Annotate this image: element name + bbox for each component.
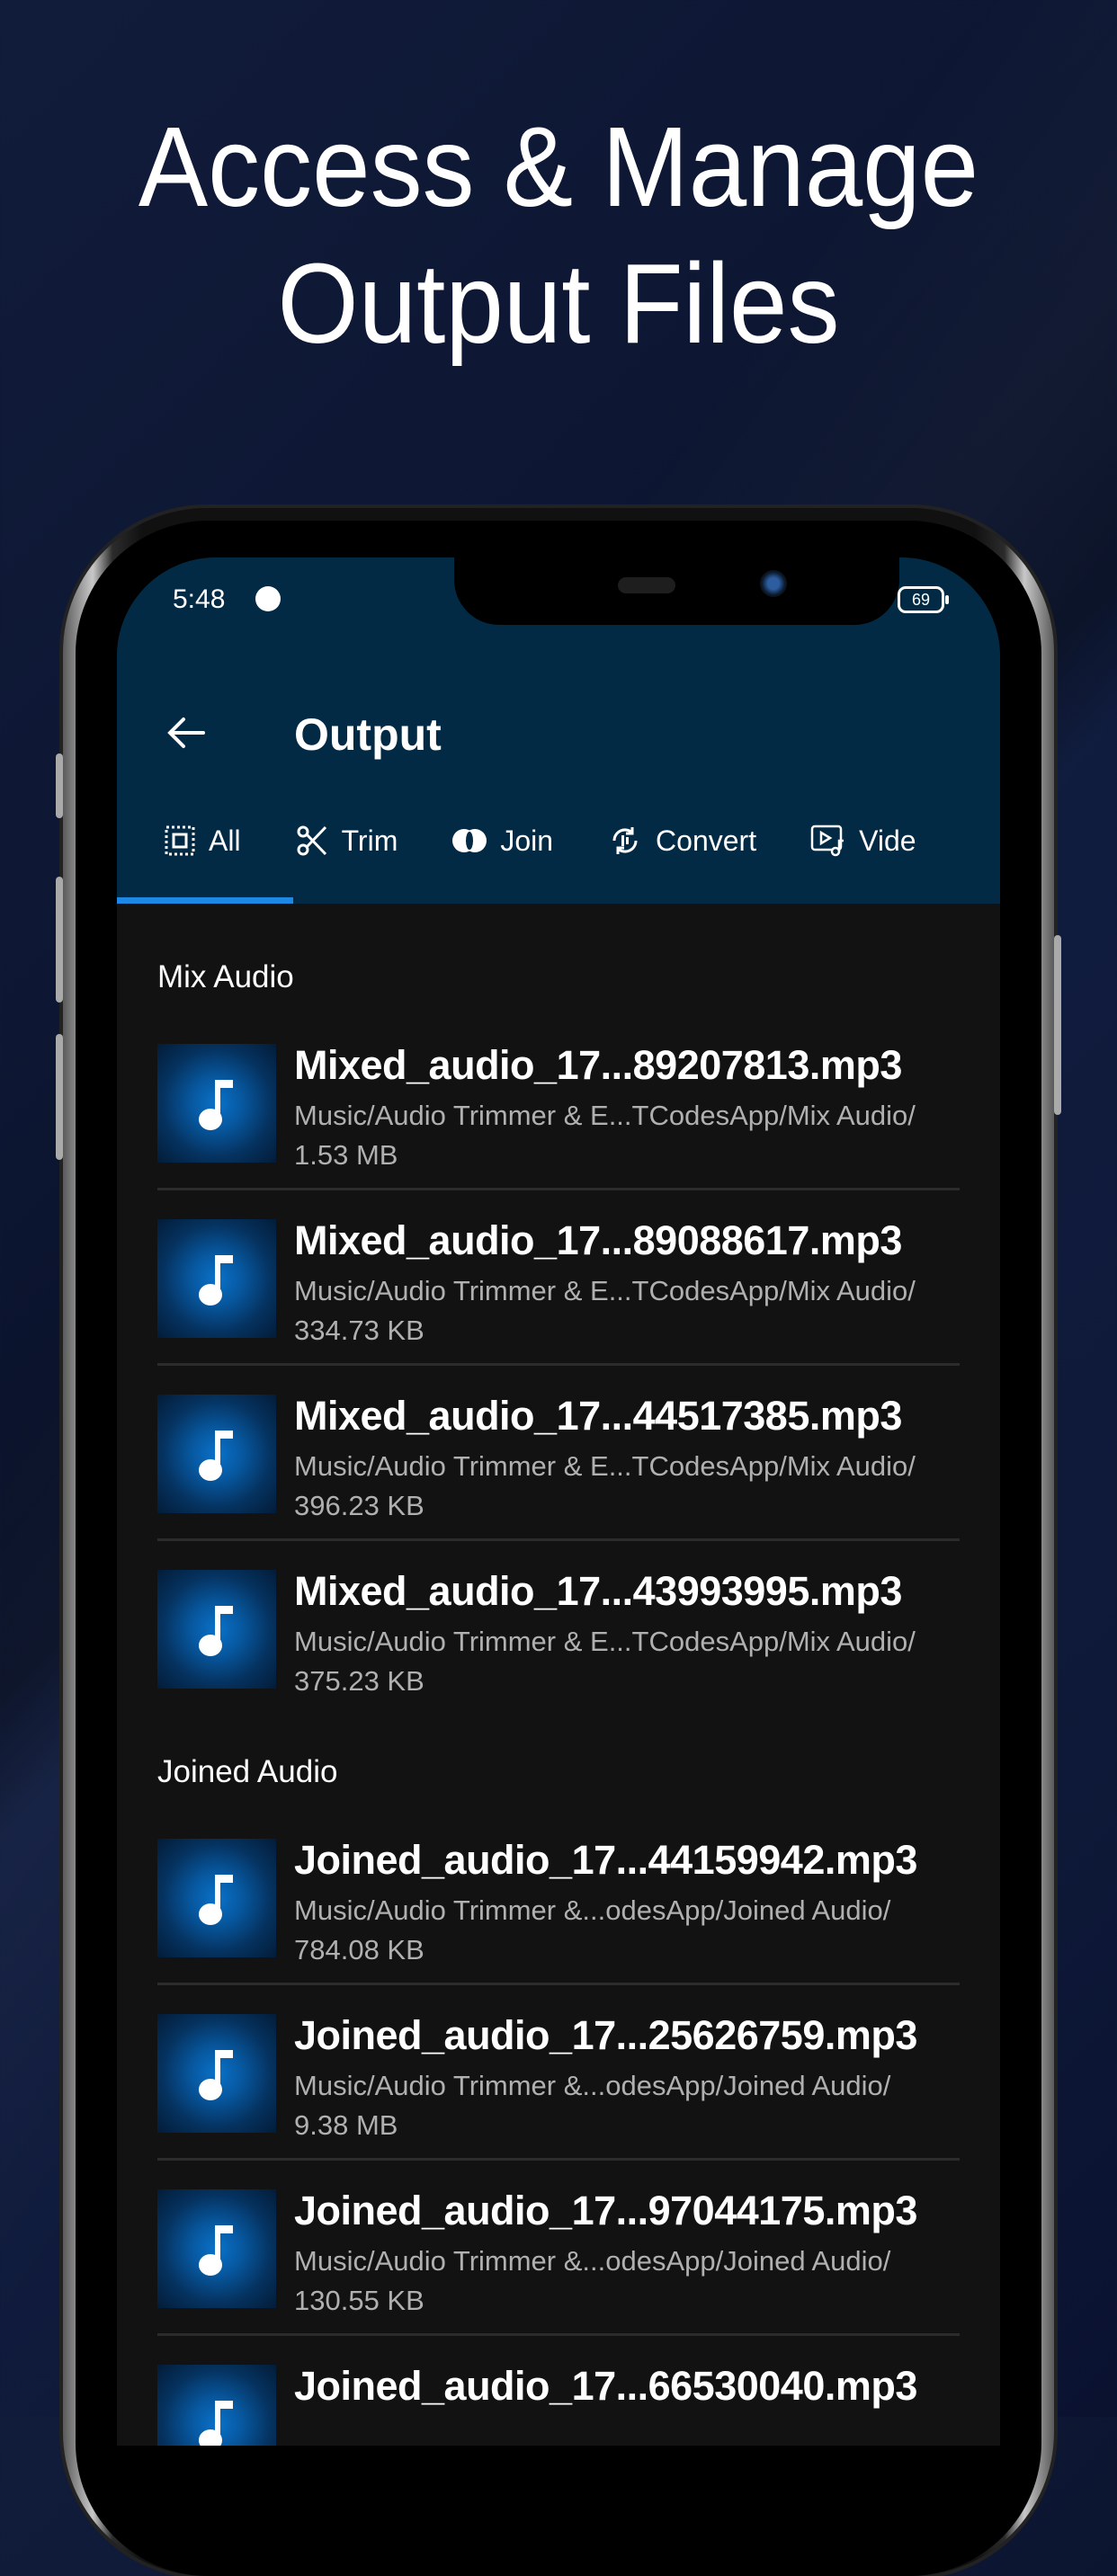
file-thumbnail (157, 1219, 276, 1338)
file-name: Mixed_audio_17...89207813.mp3 (294, 1042, 902, 1088)
file-list[interactable]: Mix Audio Mixed_audio_17...89207813.mp3 … (117, 904, 1000, 2446)
phone-power-button (1054, 935, 1061, 1115)
arrow-left-icon (167, 718, 205, 748)
scissors-icon (297, 825, 326, 856)
file-size: 784.08 KB (294, 1934, 424, 1965)
tab-all[interactable]: All (117, 791, 268, 890)
app-bar: 5:48 LTE2 69 Output All (117, 557, 1000, 904)
file-list-item[interactable]: Mixed_audio_17...44517385.mp3 Music/Audi… (157, 1366, 960, 1541)
tab-video-label: Vide (859, 824, 916, 857)
file-list-item[interactable]: Joined_audio_17...66530040.mp3 (157, 2336, 960, 2446)
join-circles-icon (452, 829, 487, 852)
file-thumbnail (157, 2014, 276, 2133)
tab-bar: All Trim Join Convert Vide (117, 791, 1000, 904)
section-header-joined-audio: Joined Audio (157, 1754, 338, 1789)
tab-join-label: Join (500, 824, 554, 857)
file-path: Music/Audio Trimmer & E...TCodesApp/Mix … (294, 1450, 916, 1482)
app-notification-icon (255, 586, 281, 611)
file-path: Music/Audio Trimmer &...odesApp/Joined A… (294, 1894, 891, 1926)
file-list-item[interactable]: Joined_audio_17...97044175.mp3 Music/Aud… (157, 2161, 960, 2336)
tab-video[interactable]: Vide (783, 791, 943, 890)
file-path: Music/Audio Trimmer & E...TCodesApp/Mix … (294, 1100, 916, 1131)
file-list-item[interactable]: Joined_audio_17...25626759.mp3 Music/Aud… (157, 1985, 960, 2161)
status-time: 5:48 (173, 584, 226, 614)
file-size: 9.38 MB (294, 2109, 398, 2141)
music-note-icon (199, 1875, 233, 1925)
file-thumbnail (157, 2365, 276, 2446)
toolbar: Output (117, 683, 1000, 782)
tab-trim-label: Trim (341, 824, 398, 857)
tab-convert-label: Convert (656, 824, 757, 857)
music-note-icon (199, 1255, 233, 1306)
file-thumbnail (157, 1839, 276, 1957)
file-name: Mixed_audio_17...43993995.mp3 (294, 1568, 902, 1614)
tab-all-label: All (209, 824, 241, 857)
phone-action-button (56, 753, 63, 818)
file-list-item[interactable]: Joined_audio_17...44159942.mp3 Music/Aud… (157, 1810, 960, 1985)
tab-join[interactable]: Join (424, 791, 580, 890)
file-thumbnail (157, 1044, 276, 1163)
file-name: Joined_audio_17...97044175.mp3 (294, 2188, 917, 2233)
file-path: Music/Audio Trimmer &...odesApp/Joined A… (294, 2070, 891, 2101)
file-size: 130.55 KB (294, 2285, 424, 2316)
phone-volume-up-button (56, 877, 63, 1003)
file-path: Music/Audio Trimmer &...odesApp/Joined A… (294, 2245, 891, 2277)
file-path: Music/Audio Trimmer & E...TCodesApp/Mix … (294, 1626, 916, 1657)
tab-convert[interactable]: Convert (580, 791, 783, 890)
back-button[interactable] (164, 710, 209, 755)
file-list-item[interactable]: Mixed_audio_17...89207813.mp3 Music/Audi… (157, 1015, 960, 1190)
convert-icon (612, 827, 638, 854)
file-thumbnail (157, 2189, 276, 2308)
hero-line-2: Output Files (277, 240, 840, 367)
file-size: 375.23 KB (294, 1665, 424, 1697)
front-camera (760, 570, 787, 597)
phone-screen: 5:48 LTE2 69 Output All (117, 557, 1000, 2446)
battery-icon: 69 (898, 586, 949, 613)
page-title: Output (294, 709, 442, 760)
file-name: Mixed_audio_17...44517385.mp3 (294, 1393, 902, 1439)
file-name: Joined_audio_17...66530040.mp3 (294, 2363, 917, 2409)
active-tab-indicator (117, 897, 293, 904)
music-note-icon (199, 1080, 233, 1130)
file-name: Joined_audio_17...25626759.mp3 (294, 2012, 917, 2058)
music-note-icon (199, 2401, 233, 2446)
hero-line-1: Access & Manage (138, 103, 979, 230)
file-list-item[interactable]: Mixed_audio_17...43993995.mp3 Music/Audi… (157, 1541, 960, 1714)
music-note-icon (199, 1606, 233, 1656)
phone-notch (454, 557, 899, 625)
file-name: Mixed_audio_17...89088617.mp3 (294, 1217, 902, 1263)
video-music-icon (810, 824, 844, 857)
music-note-icon (199, 2225, 233, 2276)
music-note-icon (199, 1431, 233, 1481)
tab-trim[interactable]: Trim (268, 791, 425, 890)
file-thumbnail (157, 1395, 276, 1513)
section-header-mix-audio: Mix Audio (157, 959, 294, 994)
file-size: 334.73 KB (294, 1315, 424, 1346)
phone-volume-down-button (56, 1034, 63, 1160)
hero-heading: Access & Manage Output Files (45, 99, 1073, 372)
file-thumbnail (157, 1570, 276, 1689)
file-name: Joined_audio_17...44159942.mp3 (294, 1837, 917, 1883)
file-size: 396.23 KB (294, 1490, 424, 1521)
select-all-icon (165, 825, 195, 856)
file-list-item[interactable]: Mixed_audio_17...89088617.mp3 Music/Audi… (157, 1190, 960, 1366)
file-path: Music/Audio Trimmer & E...TCodesApp/Mix … (294, 1275, 916, 1306)
music-note-icon (199, 2050, 233, 2100)
speaker-grille (618, 577, 675, 593)
file-size: 1.53 MB (294, 1139, 398, 1171)
